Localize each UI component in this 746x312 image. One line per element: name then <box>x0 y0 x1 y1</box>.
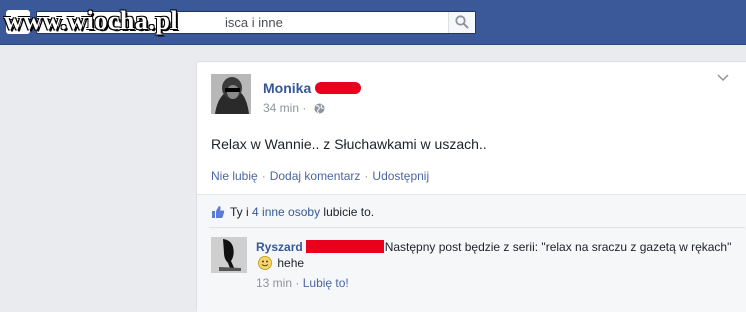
comment-like-link[interactable]: Lubię to! <box>303 276 349 290</box>
avatar-photo <box>211 74 251 114</box>
share-link[interactable]: Udostępnij <box>372 169 429 183</box>
action-separator: · <box>261 169 266 183</box>
comment-text-tail: hehe <box>277 256 305 270</box>
meta-separator: · <box>302 101 307 115</box>
add-comment-link[interactable]: Dodaj komentarz <box>270 169 361 183</box>
watermark: www.wiocha.pl <box>4 6 179 35</box>
likes-prefix: Ty i <box>230 205 249 219</box>
post-author[interactable]: Monika <box>263 80 362 96</box>
top-bar: www.wiocha.pl <box>0 0 746 45</box>
thumbs-up-icon <box>212 206 225 218</box>
divider <box>209 227 745 228</box>
comment-author[interactable]: Ryszard <box>256 240 303 254</box>
comment-text: Następny post będzie z serii: "relax na … <box>384 240 732 254</box>
search-icon <box>455 15 469 29</box>
post-meta: 34 min · <box>263 101 325 115</box>
post-text: Relax w Wannie.. z Słuchawkami w uszach.… <box>211 136 487 152</box>
meta-separator: · <box>295 276 300 290</box>
post-actions: Nie lubię · Dodaj komentarz · Udostępnij <box>211 169 429 183</box>
comment-meta: 13 min · Lubię to! <box>256 276 349 290</box>
action-separator: · <box>364 169 369 183</box>
smiley-icon <box>258 256 272 270</box>
post-time[interactable]: 34 min <box>263 101 299 115</box>
author-avatar[interactable] <box>211 74 251 114</box>
likes-others-link[interactable]: 4 inne osoby <box>252 205 320 219</box>
comment-time[interactable]: 13 min <box>256 276 292 290</box>
search-button[interactable] <box>448 12 475 33</box>
feedback-area: Ty i 4 inne osoby lubicie to. Ryszard Nas… <box>197 195 746 312</box>
redaction-mark <box>315 82 362 94</box>
chevron-down-icon[interactable] <box>717 74 729 82</box>
likes-summary: Ty i 4 inne osoby lubicie to. <box>211 205 374 219</box>
commenter-photo <box>211 237 247 273</box>
post-card: Monika 34 min · Relax w Wannie.. z Słuch… <box>196 61 746 312</box>
likes-suffix: lubicie to. <box>323 205 375 219</box>
post-author-name[interactable]: Monika <box>263 80 311 96</box>
redaction-mark <box>305 240 384 253</box>
commenter-avatar[interactable] <box>211 237 247 273</box>
globe-icon <box>314 103 325 114</box>
comment-body: Ryszard Następny post będzie z serii: "re… <box>256 239 746 271</box>
unlike-link[interactable]: Nie lubię <box>211 169 258 183</box>
